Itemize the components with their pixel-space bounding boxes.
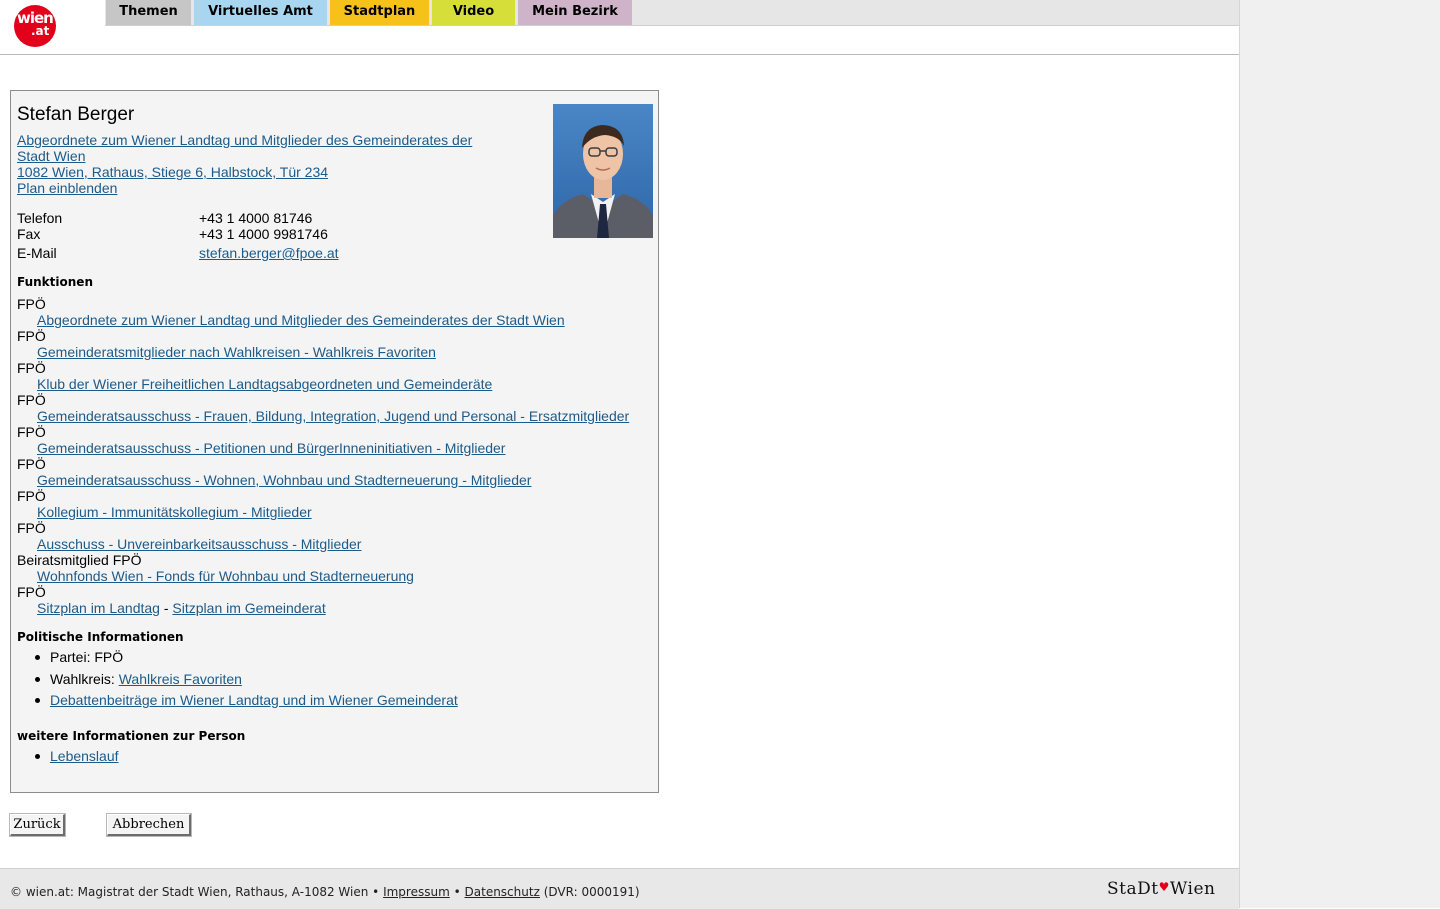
main-navigation: Themen Virtuelles Amt Stadtplan Video Me… [105, 0, 1239, 26]
heart-icon: ♥ [1158, 880, 1170, 894]
debattenbeitraege-link[interactable]: Debattenbeiträge im Wiener Landtag und i… [50, 692, 458, 708]
telefon-label: Telefon [17, 210, 63, 226]
function-party: FPÖ [17, 584, 46, 600]
function-link[interactable]: Gemeinderatsausschuss - Petitionen und B… [37, 440, 505, 456]
politische-informationen-heading: Politische Informationen [17, 630, 184, 644]
function-party: FPÖ [17, 456, 46, 472]
bullet [35, 655, 40, 660]
fax-value: +43 1 4000 9981746 [199, 226, 328, 242]
function-party: FPÖ [17, 424, 46, 440]
function-party: FPÖ [17, 392, 46, 408]
function-link[interactable]: Gemeinderatsmitglieder nach Wahlkreisen … [37, 344, 436, 360]
footer-dvr: (DVR: 0000191) [543, 885, 640, 899]
footer-copyright: © wien.at: Magistrat der Stadt Wien, Rat… [10, 885, 380, 899]
stadt-wien-logo[interactable]: StaDt♥Wien [1107, 879, 1215, 899]
function-party: FPÖ [17, 360, 46, 376]
funktionen-heading: Funktionen [17, 275, 93, 289]
person-card: Stefan Berger Abgeordnete zum Wiener Lan… [10, 90, 659, 793]
tab-mein-bezirk[interactable]: Mein Bezirk [518, 0, 632, 25]
function-link[interactable]: Gemeinderatsausschuss - Frauen, Bildung,… [37, 408, 629, 424]
address-link[interactable]: 1082 Wien, Rathaus, Stiege 6, Halbstock,… [17, 164, 328, 180]
role-link[interactable]: Abgeordnete zum Wiener Landtag und Mitgl… [17, 132, 472, 148]
bullet [35, 754, 40, 759]
sitzplan-row: Sitzplan im Landtag - Sitzplan im Gemein… [37, 600, 326, 616]
function-link[interactable]: Klub der Wiener Freiheitlichen Landtagsa… [37, 376, 492, 392]
weitere-informationen-heading: weitere Informationen zur Person [17, 729, 246, 743]
wahlkreis-link[interactable]: Wahlkreis Favoriten [119, 671, 242, 687]
cancel-button[interactable]: Abbrechen [107, 814, 191, 836]
person-name: Stefan Berger [17, 104, 135, 125]
header: wien .at Themen Virtuelles Amt Stadtplan… [0, 0, 1239, 55]
footer-text: © wien.at: Magistrat der Stadt Wien, Rat… [10, 885, 640, 899]
wahlkreis-label: Wahlkreis: [50, 671, 115, 687]
function-link[interactable]: Ausschuss - Unvereinbarkeitsausschuss - … [37, 536, 361, 552]
plan-einblenden-link[interactable]: Plan einblenden [17, 180, 117, 196]
logo-text-at: .at [31, 24, 50, 38]
person-photo [553, 104, 653, 238]
function-party: FPÖ [17, 296, 46, 312]
back-button[interactable]: Zurück [10, 814, 65, 836]
sitzplan-gemeinderat-link[interactable]: Sitzplan im Gemeinderat [172, 600, 325, 616]
wahlkreis-item: Wahlkreis: Wahlkreis Favoriten [50, 671, 242, 687]
right-empty-area [1239, 0, 1440, 908]
function-party: FPÖ [17, 488, 46, 504]
page: wien .at Themen Virtuelles Amt Stadtplan… [0, 0, 1239, 909]
tab-themen[interactable]: Themen [106, 0, 191, 25]
tab-stadtplan[interactable]: Stadtplan [330, 0, 429, 25]
bullet [35, 698, 40, 703]
partei-item: Partei: FPÖ [50, 649, 124, 665]
function-link[interactable]: Abgeordnete zum Wiener Landtag und Mitgl… [37, 312, 565, 328]
footer-separator: • [453, 885, 461, 899]
lebenslauf-link[interactable]: Lebenslauf [50, 748, 119, 764]
impressum-link[interactable]: Impressum [383, 885, 450, 899]
wien-at-logo[interactable]: wien .at [14, 5, 56, 47]
role-link-continued[interactable]: Stadt Wien [17, 148, 85, 164]
sitzplan-separator: - [163, 600, 169, 616]
function-link[interactable]: Wohnfonds Wien - Fonds für Wohnbau und S… [37, 568, 414, 584]
tab-video[interactable]: Video [432, 0, 515, 25]
email-link[interactable]: stefan.berger@fpoe.at [199, 245, 339, 261]
function-party: FPÖ [17, 520, 46, 536]
datenschutz-link[interactable]: Datenschutz [465, 885, 540, 899]
function-link[interactable]: Gemeinderatsausschuss - Wohnen, Wohnbau … [37, 472, 531, 488]
tab-virtuelles-amt[interactable]: Virtuelles Amt [194, 0, 327, 25]
function-party: FPÖ [17, 328, 46, 344]
function-link[interactable]: Kollegium - Immunitätskollegium - Mitgli… [37, 504, 312, 520]
email-label: E-Mail [17, 245, 57, 261]
brand-right: Wien [1169, 879, 1216, 899]
sitzplan-landtag-link[interactable]: Sitzplan im Landtag [37, 600, 160, 616]
function-party: Beiratsmitglied FPÖ [17, 552, 142, 568]
fax-label: Fax [17, 226, 41, 242]
brand-left: StaDt [1107, 879, 1159, 899]
bullet [35, 677, 40, 682]
footer: © wien.at: Magistrat der Stadt Wien, Rat… [0, 868, 1239, 909]
telefon-value: +43 1 4000 81746 [199, 210, 313, 226]
